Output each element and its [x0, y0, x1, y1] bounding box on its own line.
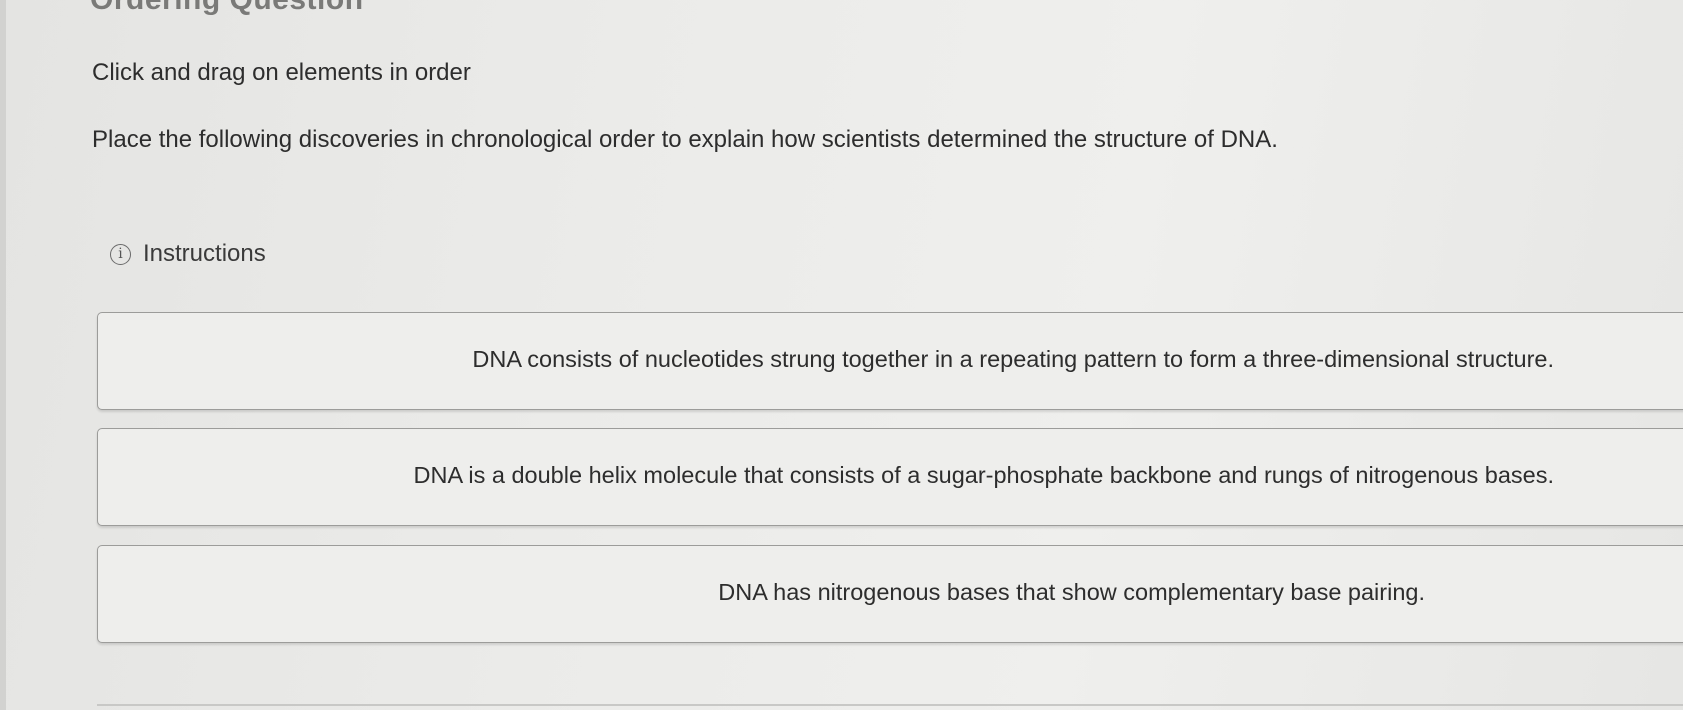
- divider: [97, 704, 1683, 706]
- draggable-item[interactable]: DNA consists of nucleotides strung toget…: [97, 312, 1683, 410]
- draggable-item-text: DNA consists of nucleotides strung toget…: [472, 346, 1554, 372]
- draggable-item-text: DNA has nitrogenous bases that show comp…: [718, 579, 1425, 605]
- instructions-label: Instructions: [143, 240, 266, 267]
- prompt-label: Click and drag on elements in order: [92, 59, 471, 86]
- draggable-item-text: DNA is a double helix molecule that cons…: [413, 462, 1554, 488]
- draggable-item[interactable]: DNA is a double helix molecule that cons…: [97, 428, 1683, 526]
- window-edge: [0, 0, 6, 710]
- draggable-item[interactable]: DNA has nitrogenous bases that show comp…: [97, 545, 1683, 643]
- question-text: Place the following discoveries in chron…: [92, 126, 1278, 153]
- instructions-toggle[interactable]: i Instructions: [110, 240, 266, 268]
- info-icon: i: [110, 243, 131, 265]
- page-heading: Ordering Question: [90, 0, 364, 17]
